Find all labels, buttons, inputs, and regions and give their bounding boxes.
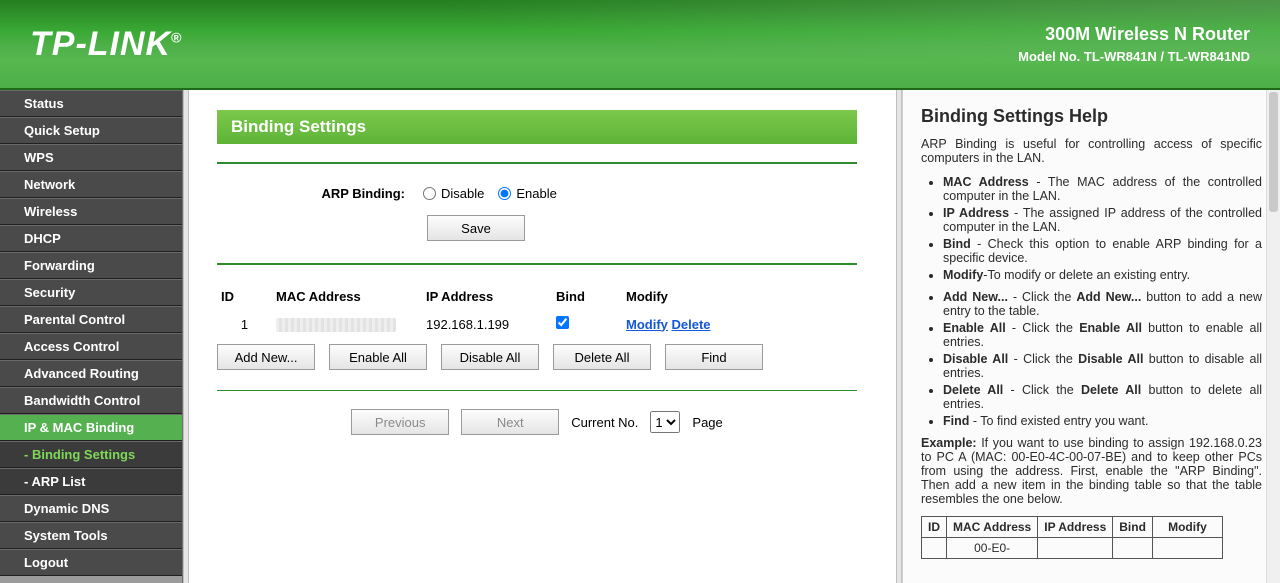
sidebar-item-network[interactable]: Network xyxy=(0,171,182,198)
mac-redacted xyxy=(276,318,396,332)
help-btn: Delete All - Click the Delete All button… xyxy=(943,383,1262,411)
current-no-label: Current No. xyxy=(571,415,638,430)
help-btn: Find - To find existed entry you want. xyxy=(943,414,1262,428)
cell-bind xyxy=(552,310,622,338)
page-title: Binding Settings xyxy=(217,110,857,144)
header: TP-LINK® 300M Wireless N Router Model No… xyxy=(0,0,1280,90)
sidebar-item-ip-mac-binding[interactable]: IP & MAC Binding xyxy=(0,414,182,441)
next-button[interactable]: Next xyxy=(461,409,559,435)
arp-enable-radio[interactable] xyxy=(498,187,511,200)
help-title: Binding Settings Help xyxy=(921,106,1262,127)
help-definitions: MAC Address - The MAC address of the con… xyxy=(921,175,1262,282)
model-number: Model No. TL-WR841N / TL-WR841ND xyxy=(1018,49,1250,64)
binding-table: ID MAC Address IP Address Bind Modify 1 … xyxy=(217,283,857,338)
table-row: 1 192.168.1.199 Modify Delete xyxy=(217,310,857,338)
help-def: Bind - Check this option to enable ARP b… xyxy=(943,237,1262,265)
page-scrollbar[interactable] xyxy=(1266,90,1280,583)
col-id: ID xyxy=(217,283,272,310)
arp-disable-radio[interactable] xyxy=(423,187,436,200)
cell-ip: 192.168.1.199 xyxy=(422,310,552,338)
bind-checkbox[interactable] xyxy=(556,316,569,329)
cell-modify: Modify Delete xyxy=(622,310,857,338)
modify-link[interactable]: Modify xyxy=(626,317,668,332)
sidebar-item-advanced-routing[interactable]: Advanced Routing xyxy=(0,360,182,387)
help-buttons: Add New... - Click the Add New... button… xyxy=(921,290,1262,428)
delete-link[interactable]: Delete xyxy=(672,317,711,332)
sidebar-item-logout[interactable]: Logout xyxy=(0,549,182,576)
save-button[interactable]: Save xyxy=(427,215,525,241)
cell-id: 1 xyxy=(217,310,272,338)
help-def: IP Address - The assigned IP address of … xyxy=(943,206,1262,234)
sidebar-item-dynamic-dns[interactable]: Dynamic DNS xyxy=(0,495,182,522)
header-right: 300M Wireless N Router Model No. TL-WR84… xyxy=(1018,24,1250,64)
help-def: Modify-To modify or delete an existing e… xyxy=(943,268,1262,282)
page-select[interactable]: 1 xyxy=(650,411,680,433)
help-btn: Enable All - Click the Enable All button… xyxy=(943,321,1262,349)
find-button[interactable]: Find xyxy=(665,344,763,370)
help-example: Example: If you want to use binding to a… xyxy=(921,436,1262,506)
arp-binding-label: ARP Binding: xyxy=(295,186,405,201)
col-mac: MAC Address xyxy=(272,283,422,310)
cell-mac xyxy=(272,310,422,338)
sidebar-item-access-control[interactable]: Access Control xyxy=(0,333,182,360)
sidebar-item-security[interactable]: Security xyxy=(0,279,182,306)
enable-all-button[interactable]: Enable All xyxy=(329,344,427,370)
sidebar-item-parental-control[interactable]: Parental Control xyxy=(0,306,182,333)
product-title: 300M Wireless N Router xyxy=(1018,24,1250,45)
arp-disable-option[interactable]: Disable xyxy=(423,186,484,201)
help-example-table: ID MAC Address IP Address Bind Modify 00… xyxy=(921,516,1223,559)
action-row: Add New... Enable All Disable All Delete… xyxy=(217,344,857,370)
help-intro: ARP Binding is useful for controlling ac… xyxy=(921,137,1262,165)
sidebar-item-status[interactable]: Status xyxy=(0,90,182,117)
previous-button[interactable]: Previous xyxy=(351,409,449,435)
pager: Previous Next Current No. 1 Page xyxy=(217,409,857,435)
sidebar-item-forwarding[interactable]: Forwarding xyxy=(0,252,182,279)
sidebar-item-dhcp[interactable]: DHCP xyxy=(0,225,182,252)
sidebar-subitem-arp-list[interactable]: - ARP List xyxy=(0,468,182,495)
sidebar-item-wps[interactable]: WPS xyxy=(0,144,182,171)
arp-enable-option[interactable]: Enable xyxy=(498,186,556,201)
page-label: Page xyxy=(692,415,722,430)
col-modify: Modify xyxy=(622,283,857,310)
sidebar: Status Quick Setup WPS Network Wireless … xyxy=(0,90,183,583)
sidebar-subitem-binding-settings[interactable]: - Binding Settings xyxy=(0,441,182,468)
sidebar-item-system-tools[interactable]: System Tools xyxy=(0,522,182,549)
sidebar-item-quick-setup[interactable]: Quick Setup xyxy=(0,117,182,144)
arp-binding-row: ARP Binding: Disable Enable xyxy=(217,182,857,209)
add-new-button[interactable]: Add New... xyxy=(217,344,315,370)
help-panel: Binding Settings Help ARP Binding is use… xyxy=(902,90,1280,583)
sidebar-item-bandwidth-control[interactable]: Bandwidth Control xyxy=(0,387,182,414)
col-ip: IP Address xyxy=(422,283,552,310)
help-btn: Disable All - Click the Disable All butt… xyxy=(943,352,1262,380)
main-content: Binding Settings ARP Binding: Disable En… xyxy=(189,90,896,583)
delete-all-button[interactable]: Delete All xyxy=(553,344,651,370)
sidebar-item-wireless[interactable]: Wireless xyxy=(0,198,182,225)
col-bind: Bind xyxy=(552,283,622,310)
brand-logo: TP-LINK® xyxy=(30,25,182,64)
disable-all-button[interactable]: Disable All xyxy=(441,344,539,370)
help-btn: Add New... - Click the Add New... button… xyxy=(943,290,1262,318)
help-def: MAC Address - The MAC address of the con… xyxy=(943,175,1262,203)
